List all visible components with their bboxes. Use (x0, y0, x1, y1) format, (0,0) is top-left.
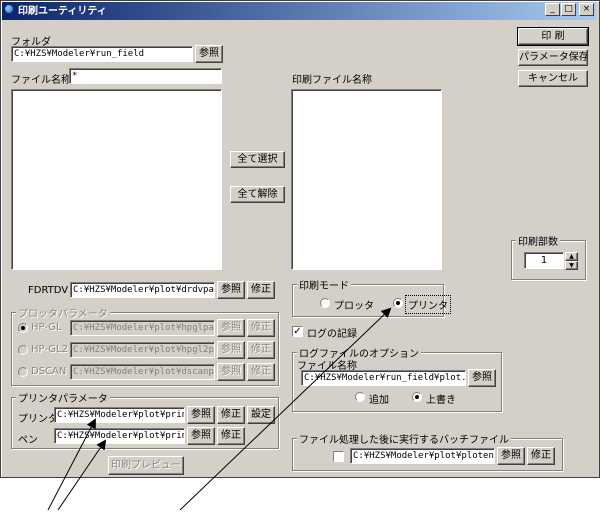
folder-input[interactable]: C:¥HZS¥Modeler¥run_field (11, 46, 193, 62)
save-params-button[interactable]: パラメータ保存 (518, 49, 588, 66)
window-title: 印刷ユーティリティ (18, 6, 107, 17)
batch-edit-button[interactable]: 修正 (527, 447, 555, 465)
dscan-edit-button[interactable]: 修正 (247, 363, 275, 381)
plotter-mode-radio[interactable] (320, 298, 330, 308)
pen-input[interactable]: C:¥HZS¥Modeler¥plot¥printpen.t (54, 428, 185, 444)
batch-browse-button[interactable]: 参照 (497, 447, 525, 465)
printer-input[interactable]: C:¥HZS¥Modeler¥plot¥printpara (54, 407, 185, 423)
filename-input[interactable]: * (69, 68, 222, 84)
cancel-button[interactable]: キャンセル (518, 70, 588, 87)
print-mode-title: 印刷モード (297, 277, 351, 292)
plotter-params-title: プロッタパラメータ (16, 305, 110, 320)
log-checkbox-label: ログの記録 (307, 329, 357, 340)
copies-down-button[interactable]: ▼ (565, 261, 578, 270)
log-file-browse-button[interactable]: 参照 (468, 369, 496, 387)
hpgl-radio[interactable] (18, 323, 28, 333)
fdrtdv-browse-button[interactable]: 参照 (217, 281, 245, 299)
printer-label: プリンタ (18, 414, 58, 425)
copies-input[interactable]: 1 (524, 252, 564, 269)
hpgl2-edit-button[interactable]: 修正 (247, 341, 275, 359)
print-preview-button[interactable]: 印刷プレビュー (108, 456, 184, 475)
fdrtdv-label: FDRTDV (28, 285, 69, 296)
minimize-button[interactable]: _ (545, 3, 560, 16)
printer-params-title: プリンタパラメータ (16, 390, 110, 405)
print-files-label: 印刷ファイル名称 (292, 75, 372, 86)
maximize-button[interactable]: □ (561, 3, 576, 16)
pen-label: ペン (18, 435, 38, 446)
fdrtdv-input[interactable]: C:¥HZS¥Modeler¥plot¥drdvpara.txt (70, 282, 215, 298)
printer-settings-button[interactable]: 設定 (247, 406, 275, 424)
hpgl-edit-button[interactable]: 修正 (247, 319, 275, 337)
plotter-mode-label: プロッタ (334, 301, 374, 312)
printer-edit-button[interactable]: 修正 (217, 406, 245, 424)
fdrtdv-edit-button[interactable]: 修正 (247, 281, 275, 299)
folder-browse-button[interactable]: 参照 (195, 45, 223, 63)
log-overwrite-radio[interactable] (412, 392, 422, 402)
printer-mode-label: プリンタ (405, 295, 451, 314)
print-button[interactable]: 印 刷 (517, 27, 589, 46)
log-overwrite-label: 上書き (426, 395, 456, 406)
hpgl-label: HP-GL (31, 322, 62, 333)
dscan-input[interactable]: C:¥HZS¥Modeler¥plot¥dscanpara.txt (70, 364, 215, 380)
log-file-input[interactable]: C:¥HZS¥Modeler¥run_field¥plot.log (301, 370, 466, 386)
log-append-radio[interactable] (355, 392, 365, 402)
copies-label: 印刷部数 (516, 233, 560, 248)
hpgl2-label: HP-GL2 (31, 344, 68, 355)
dscan-label: DSCAN (31, 366, 67, 377)
hpgl-input[interactable]: C:¥HZS¥Modeler¥plot¥hpglpara.txt (70, 320, 215, 336)
log-checkbox[interactable]: ✓ (292, 326, 303, 337)
dscan-browse-button[interactable]: 参照 (217, 363, 245, 381)
hpgl-browse-button[interactable]: 参照 (217, 319, 245, 337)
printer-mode-radio[interactable] (393, 298, 403, 308)
pen-edit-button[interactable]: 修正 (217, 427, 245, 445)
hpgl2-browse-button[interactable]: 参照 (217, 341, 245, 359)
printer-browse-button[interactable]: 参照 (187, 406, 215, 424)
log-append-label: 追加 (369, 395, 389, 406)
batch-title: ファイル処理した後に実行するバッチファイル (297, 431, 511, 446)
batch-checkbox[interactable] (333, 451, 344, 462)
app-icon (4, 4, 14, 14)
batch-input[interactable]: C:¥HZS¥Modeler¥plot¥plotend.bat (350, 448, 495, 464)
copies-up-button[interactable]: ▲ (565, 252, 578, 261)
print-file-list[interactable] (291, 89, 442, 270)
close-button[interactable]: × (579, 3, 594, 16)
hpgl2-input[interactable]: C:¥HZS¥Modeler¥plot¥hpgl2para.txt (70, 342, 215, 358)
filename-label: ファイル名称 (11, 75, 71, 86)
deselect-all-button[interactable]: 全て解除 (230, 186, 285, 203)
hpgl2-radio[interactable] (18, 345, 28, 355)
pen-browse-button[interactable]: 参照 (187, 427, 215, 445)
select-all-button[interactable]: 全て選択 (230, 151, 285, 168)
file-list[interactable] (11, 89, 222, 270)
dscan-radio[interactable] (18, 367, 28, 377)
